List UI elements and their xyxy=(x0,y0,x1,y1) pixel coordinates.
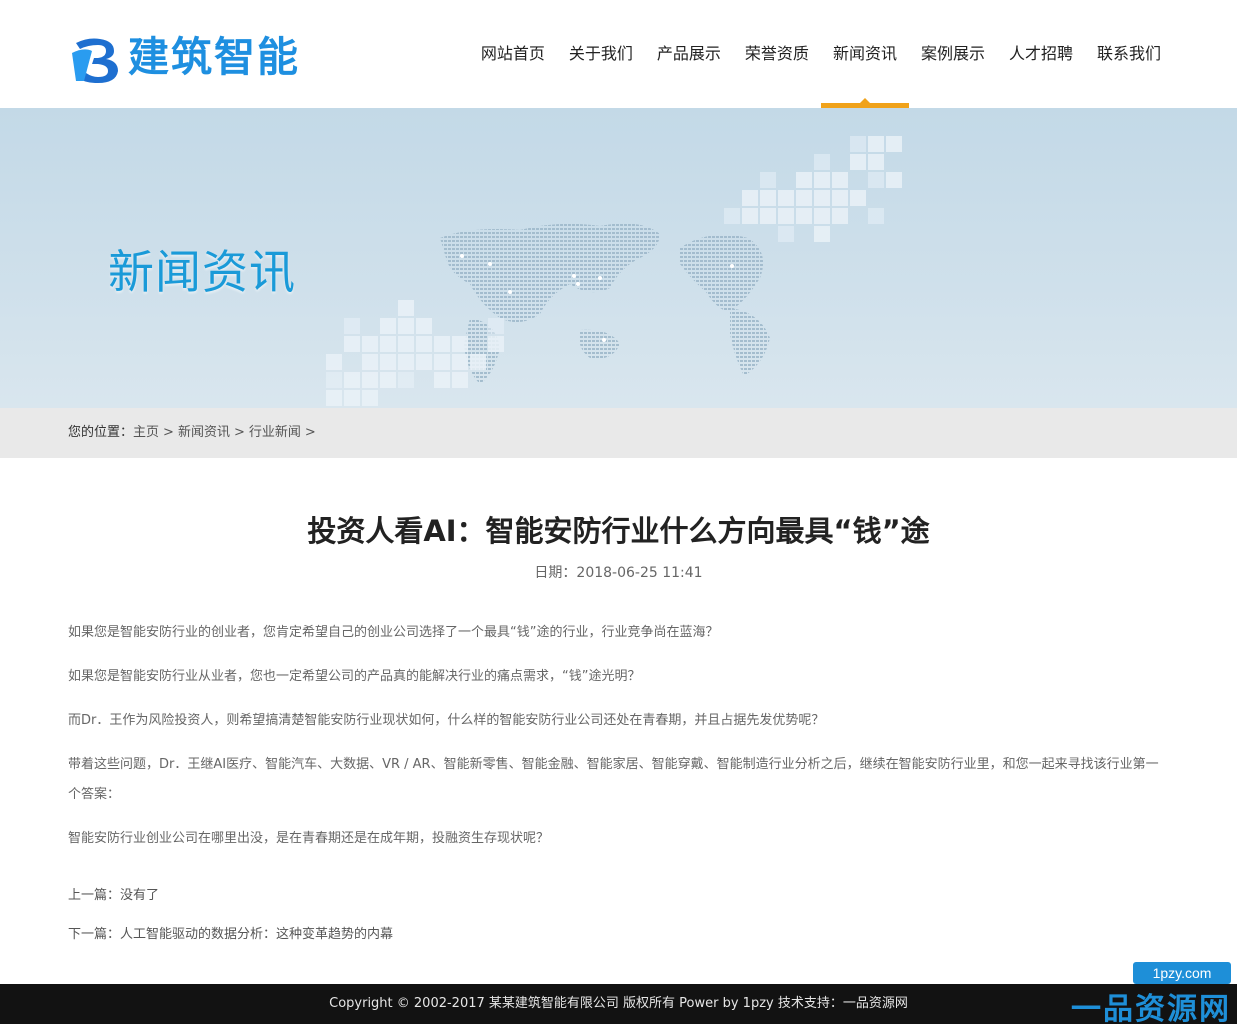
next-article-link[interactable]: 下一篇：人工智能驱动的数据分析：这种变革趋势的内幕 xyxy=(68,923,393,942)
article-paragraph: 如果您是智能安防行业的创业者，您肯定希望自己的创业公司选择了一个最具“钱”途的行… xyxy=(68,625,719,640)
logo-b-icon xyxy=(70,29,126,85)
article-body: 如果您是智能安防行业的创业者，您肯定希望自己的创业公司选择了一个最具“钱”途的行… xyxy=(68,618,1168,868)
breadcrumb-separator: > xyxy=(233,425,245,440)
logo[interactable]: 建筑智能 xyxy=(70,28,300,86)
breadcrumb-separator: > xyxy=(304,425,316,440)
article-paragraph: 如果您是智能安防行业从业者，您也一定希望公司的产品真的能解决行业的痛点需求，“钱… xyxy=(68,669,641,684)
article-title: 投资人看AI：智能安防行业什么方向最具“钱”途 xyxy=(307,514,930,548)
site-header: 建筑智能 网站首页 关于我们 产品展示 荣誉资质 新闻资讯 案例展示 人才招聘 … xyxy=(0,0,1237,108)
banner-title: 新闻资讯 xyxy=(108,245,296,299)
logo-text: 建筑智能 xyxy=(128,33,300,81)
breadcrumb-separator: > xyxy=(163,425,174,440)
prev-article-link[interactable]: 上一篇：没有了 xyxy=(68,884,159,903)
breadcrumb-home-link[interactable]: 主页 xyxy=(133,425,159,440)
breadcrumb-industry-link[interactable]: 行业新闻 xyxy=(249,425,301,440)
nav-item-home[interactable]: 网站首页 xyxy=(469,0,557,108)
breadcrumb-bar: 您的位置：主页 > 新闻资讯 > 行业新闻 > xyxy=(0,408,1237,458)
breadcrumb: 您的位置：主页 > 新闻资讯 > 行业新闻 > xyxy=(68,408,320,458)
watermark-name: 一品资源网 xyxy=(1071,992,1231,1024)
article-paragraph: 带着这些问题，Dr．王继AI医疗、智能汽车、大数据、VR / AR、智能新零售、… xyxy=(68,757,1159,802)
nav-item-products[interactable]: 产品展示 xyxy=(645,0,733,108)
watermark-logo: 1pzy.com 一品资源网 xyxy=(1006,962,1231,1024)
watermark-url: 1pzy.com xyxy=(1133,962,1231,984)
nav-item-cases[interactable]: 案例展示 xyxy=(909,0,997,108)
page-banner: 新闻资讯 xyxy=(0,108,1237,408)
nav-item-contact[interactable]: 联系我们 xyxy=(1085,0,1173,108)
nav-item-honors[interactable]: 荣誉资质 xyxy=(733,0,821,108)
article-paragraph: 而Dr．王作为风险投资人，则希望搞清楚智能安防行业现状如何，什么样的智能安防行业… xyxy=(68,713,825,728)
nav-item-about[interactable]: 关于我们 xyxy=(557,0,645,108)
main-nav: 网站首页 关于我们 产品展示 荣誉资质 新闻资讯 案例展示 人才招聘 联系我们 xyxy=(469,0,1173,108)
nav-item-news[interactable]: 新闻资讯 xyxy=(820,0,909,108)
breadcrumb-news-link[interactable]: 新闻资讯 xyxy=(178,425,230,440)
article-paragraph: 智能安防行业创业公司在哪里出没，是在青春期还是在成年期，投融资生存现状呢？ xyxy=(68,831,550,846)
nav-item-jobs[interactable]: 人才招聘 xyxy=(997,0,1085,108)
breadcrumb-label: 您的位置： xyxy=(68,425,134,440)
article-date: 日期：2018-06-25 11:41 xyxy=(534,565,703,581)
